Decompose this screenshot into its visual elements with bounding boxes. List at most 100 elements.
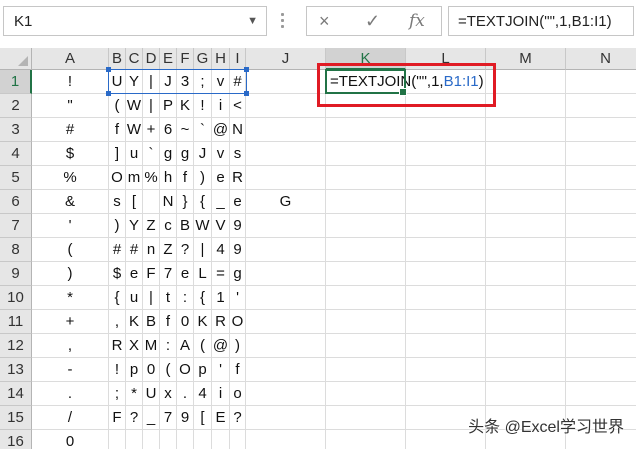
cell-n14[interactable] <box>566 382 636 406</box>
cell-l8[interactable] <box>406 238 486 262</box>
cell-a14[interactable]: . <box>32 382 109 406</box>
cell-h14[interactable]: i <box>212 382 230 406</box>
cell-n8[interactable] <box>566 238 636 262</box>
cell-n11[interactable] <box>566 310 636 334</box>
cell-l9[interactable] <box>406 262 486 286</box>
cell-b7[interactable]: ) <box>109 214 126 238</box>
cell-f6[interactable]: } <box>177 190 194 214</box>
cell-g12[interactable]: ( <box>194 334 212 358</box>
cell-h4[interactable]: v <box>212 142 230 166</box>
cell-h12[interactable]: @ <box>212 334 230 358</box>
cell-l12[interactable] <box>406 334 486 358</box>
spreadsheet-grid[interactable]: ABCDEFGHIJKLMN 1 2 3 4 5 6 7 8 9 10 11 12 13 14 15 16 !… <box>0 44 636 449</box>
cell-i4[interactable]: s <box>230 142 246 166</box>
cell-c14[interactable]: * <box>126 382 143 406</box>
cell-n9[interactable] <box>566 262 636 286</box>
cell-g10[interactable]: { <box>194 286 212 310</box>
name-box[interactable]: K1 ▼ <box>3 6 267 36</box>
cell-f2[interactable]: K <box>177 94 194 118</box>
cell-g4[interactable]: J <box>194 142 212 166</box>
cell-l3[interactable] <box>406 118 486 142</box>
cell-k11[interactable] <box>326 310 406 334</box>
cell-a16[interactable]: 0 <box>32 430 109 449</box>
cell-a4[interactable]: $ <box>32 142 109 166</box>
cell-m13[interactable] <box>486 358 566 382</box>
cell-i1[interactable]: # <box>230 70 246 94</box>
cell-g15[interactable]: [ <box>194 406 212 430</box>
cell-b1[interactable]: U <box>109 70 126 94</box>
cell-m8[interactable] <box>486 238 566 262</box>
cell-g2[interactable]: ! <box>194 94 212 118</box>
cell-f5[interactable]: f <box>177 166 194 190</box>
column-header-m[interactable]: M <box>486 48 566 70</box>
row-header-16[interactable]: 16 <box>0 430 32 449</box>
cell-l7[interactable] <box>406 214 486 238</box>
cell-k10[interactable] <box>326 286 406 310</box>
cell-h3[interactable]: @ <box>212 118 230 142</box>
cell-b16[interactable] <box>109 430 126 449</box>
cell-k1[interactable]: =TEXTJOIN("",1,B1:I1) <box>326 70 484 94</box>
cell-j13[interactable] <box>246 358 326 382</box>
cell-c15[interactable]: ? <box>126 406 143 430</box>
cell-k15[interactable] <box>326 406 406 430</box>
cell-c13[interactable]: p <box>126 358 143 382</box>
cell-e16[interactable] <box>160 430 177 449</box>
column-header-n[interactable]: N <box>566 48 636 70</box>
cell-h9[interactable]: = <box>212 262 230 286</box>
cell-b13[interactable]: ! <box>109 358 126 382</box>
column-header-c[interactable]: C <box>126 48 143 70</box>
cell-b14[interactable]: ; <box>109 382 126 406</box>
cell-c7[interactable]: Y <box>126 214 143 238</box>
cell-i16[interactable] <box>230 430 246 449</box>
cell-h8[interactable]: 4 <box>212 238 230 262</box>
cell-n13[interactable] <box>566 358 636 382</box>
cell-g9[interactable]: L <box>194 262 212 286</box>
cell-d10[interactable]: | <box>143 286 160 310</box>
cell-j1[interactable] <box>246 70 326 94</box>
cell-j12[interactable] <box>246 334 326 358</box>
cell-j14[interactable] <box>246 382 326 406</box>
row-header-6[interactable]: 6 <box>0 190 32 214</box>
cell-e14[interactable]: x <box>160 382 177 406</box>
row-header-4[interactable]: 4 <box>0 142 32 166</box>
row-header-7[interactable]: 7 <box>0 214 32 238</box>
cell-i12[interactable]: ) <box>230 334 246 358</box>
cancel-icon[interactable]: × <box>319 11 330 32</box>
cell-b10[interactable]: { <box>109 286 126 310</box>
cell-j3[interactable] <box>246 118 326 142</box>
cell-m4[interactable] <box>486 142 566 166</box>
cell-k7[interactable] <box>326 214 406 238</box>
cell-a13[interactable]: - <box>32 358 109 382</box>
cell-g7[interactable]: W <box>194 214 212 238</box>
cell-e10[interactable]: t <box>160 286 177 310</box>
cell-h11[interactable]: R <box>212 310 230 334</box>
cell-e3[interactable]: 6 <box>160 118 177 142</box>
cell-l10[interactable] <box>406 286 486 310</box>
cell-l11[interactable] <box>406 310 486 334</box>
cell-g1[interactable]: ; <box>194 70 212 94</box>
cell-m2[interactable] <box>486 94 566 118</box>
cell-d3[interactable]: + <box>143 118 160 142</box>
cell-a3[interactable]: # <box>32 118 109 142</box>
cell-k16[interactable] <box>326 430 406 449</box>
column-header-f[interactable]: F <box>177 48 194 70</box>
cell-i11[interactable]: O <box>230 310 246 334</box>
cell-f1[interactable]: 3 <box>177 70 194 94</box>
cell-e7[interactable]: c <box>160 214 177 238</box>
cell-c3[interactable]: W <box>126 118 143 142</box>
cell-e9[interactable]: 7 <box>160 262 177 286</box>
cell-m6[interactable] <box>486 190 566 214</box>
cell-l6[interactable] <box>406 190 486 214</box>
cell-n5[interactable] <box>566 166 636 190</box>
cell-d6[interactable] <box>143 190 160 214</box>
row-header-2[interactable]: 2 <box>0 94 32 118</box>
cell-h1[interactable]: v <box>212 70 230 94</box>
cell-m12[interactable] <box>486 334 566 358</box>
cell-i14[interactable]: o <box>230 382 246 406</box>
cell-f3[interactable]: ~ <box>177 118 194 142</box>
cell-m7[interactable] <box>486 214 566 238</box>
cell-k5[interactable] <box>326 166 406 190</box>
cell-b5[interactable]: O <box>109 166 126 190</box>
cell-a15[interactable]: / <box>32 406 109 430</box>
cell-n6[interactable] <box>566 190 636 214</box>
